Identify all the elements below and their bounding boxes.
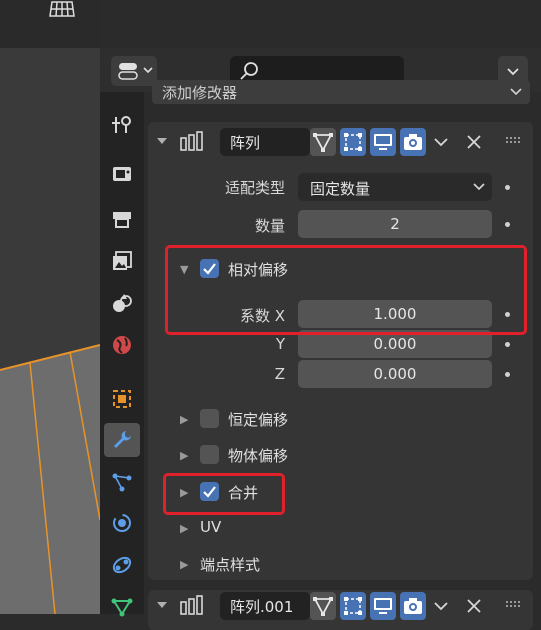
scene-icon (113, 294, 132, 312)
cage-toggle[interactable] (340, 128, 366, 156)
array-modifier-icon (180, 595, 203, 615)
keyframe-dot[interactable] (505, 222, 510, 227)
close-icon[interactable] (466, 598, 482, 614)
world-icon (113, 336, 131, 354)
particles-icon (112, 473, 132, 492)
uv-section-label[interactable]: UV (200, 518, 221, 536)
count-label: 数量 (254, 217, 285, 235)
render-toggle[interactable] (400, 592, 426, 620)
tab-constraints[interactable] (104, 548, 140, 582)
object-offset-checkbox[interactable] (200, 445, 219, 464)
keyframe-dot[interactable] (505, 185, 510, 190)
tab-render[interactable] (104, 156, 140, 190)
expand-chevron-icon[interactable]: ▶ (180, 413, 188, 426)
modifier-name: 阵列 (230, 134, 261, 152)
factor-z-label: Z (274, 365, 285, 383)
edit-mode-toggle[interactable] (310, 128, 336, 156)
tab-world[interactable] (104, 328, 140, 362)
render-icon (113, 167, 131, 181)
realtime-toggle[interactable] (370, 592, 396, 620)
cage-icon (344, 133, 362, 151)
tab-modifiers[interactable] (104, 423, 140, 457)
tab-tool[interactable] (104, 108, 140, 142)
caps-section-label[interactable]: 端点样式 (200, 554, 260, 575)
modifier-name-field[interactable]: 阵列.001 (220, 592, 310, 620)
factor-y-label: Y (275, 335, 285, 353)
grid-icon[interactable] (44, 0, 80, 20)
tab-output[interactable] (104, 202, 140, 236)
physics-icon (113, 514, 131, 532)
modifier-header: 阵列.001 (148, 590, 533, 630)
expand-chevron-icon[interactable]: ▶ (180, 522, 188, 535)
add-modifier-button[interactable]: 添加修改器 (152, 80, 530, 104)
object-icon (113, 390, 131, 408)
realtime-toggle[interactable] (370, 128, 396, 156)
realtime-icon (374, 134, 392, 150)
tab-physics[interactable] (104, 506, 140, 540)
chevron-down-icon (473, 183, 485, 191)
array-modifier-panel-2: 阵列.001 (148, 590, 533, 630)
editor-type-icon (118, 63, 153, 80)
viewport-mesh (0, 344, 100, 614)
constraints-icon (112, 556, 132, 574)
chevron-down-icon[interactable] (432, 598, 450, 614)
render-toggle[interactable] (400, 128, 426, 156)
count-value: 2 (390, 215, 400, 233)
modifier-header: 阵列 (148, 122, 533, 162)
tab-data[interactable] (104, 588, 140, 622)
drag-handle-icon[interactable] (506, 601, 524, 609)
collapse-chevron-icon[interactable] (156, 135, 168, 147)
tab-view-layer[interactable] (104, 244, 140, 278)
count-field[interactable]: 2 (298, 210, 492, 238)
expand-chevron-icon[interactable]: ▶ (180, 558, 188, 571)
fit-type-value: 固定数量 (310, 180, 371, 198)
relative-offset-highlight (165, 245, 527, 335)
edit-mode-toggle[interactable] (310, 592, 336, 620)
close-icon[interactable] (466, 134, 482, 150)
fit-type-dropdown[interactable]: 固定数量 (298, 173, 492, 201)
tool-icon (112, 116, 131, 133)
modifier-name-field[interactable]: 阵列 (220, 128, 310, 156)
output-icon (113, 212, 131, 228)
factor-z-field[interactable]: 0.000 (298, 360, 492, 388)
constant-offset-label: 恒定偏移 (228, 411, 289, 429)
expand-chevron-icon[interactable]: ▶ (180, 449, 188, 462)
tab-object[interactable] (104, 382, 140, 416)
keyframe-dot[interactable] (505, 342, 510, 347)
properties-tabs (100, 92, 144, 617)
tab-scene[interactable] (104, 286, 140, 320)
chevron-down-icon (510, 88, 522, 96)
object-offset-label: 物体偏移 (228, 447, 289, 465)
editor-type-button[interactable] (111, 56, 157, 86)
factor-y-value: 0.000 (373, 335, 417, 353)
merge-highlight (163, 473, 285, 515)
cage-toggle[interactable] (340, 592, 366, 620)
keyframe-dot[interactable] (505, 372, 510, 377)
factor-z-value: 0.000 (373, 365, 417, 383)
modifier-wrench-icon (114, 431, 131, 448)
constant-offset-checkbox[interactable] (200, 409, 219, 428)
tab-particles[interactable] (104, 466, 140, 500)
data-icon (111, 598, 133, 617)
chevron-down-icon[interactable] (432, 134, 450, 150)
fit-type-label: 适配类型 (224, 179, 285, 197)
view-layer-icon (113, 251, 132, 270)
render-camera-icon (404, 134, 422, 150)
3d-viewport[interactable] (0, 0, 100, 614)
edit-mode-icon (313, 133, 333, 152)
add-modifier-label: 添加修改器 (162, 84, 238, 102)
collapse-chevron-icon[interactable] (156, 599, 168, 611)
array-modifier-icon (180, 131, 203, 151)
drag-handle-icon[interactable] (506, 137, 524, 145)
